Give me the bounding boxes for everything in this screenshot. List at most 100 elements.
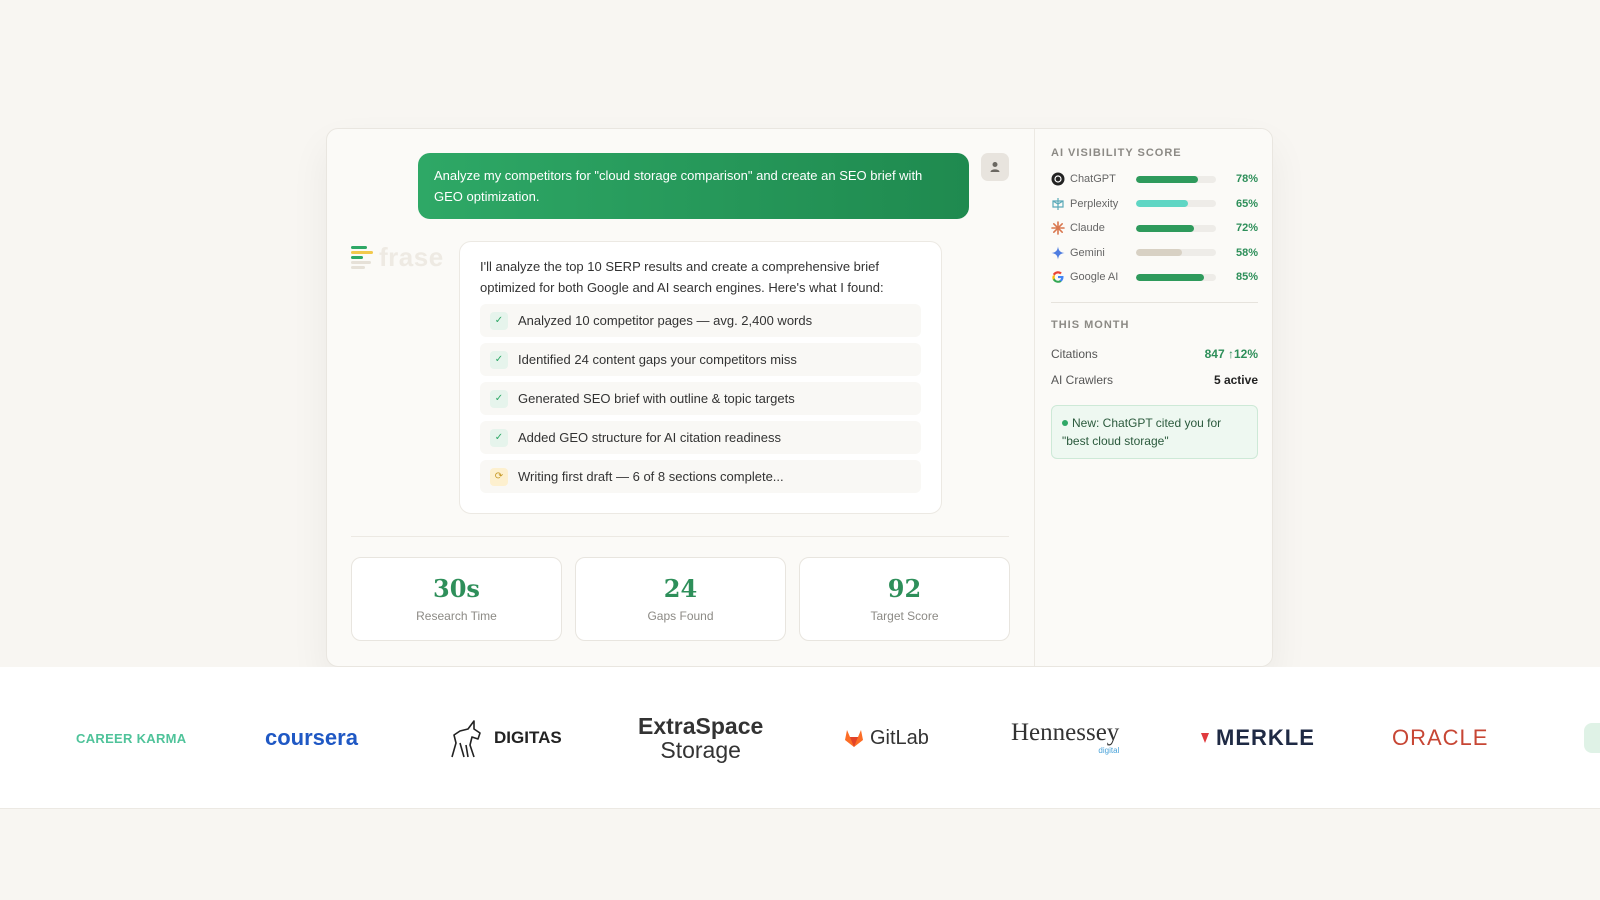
logo-text: coursera	[265, 725, 358, 750]
logo-text: ORACLE	[1392, 725, 1489, 750]
loading-icon: ⟳	[490, 467, 508, 486]
task-text: Identified 24 content gaps your competit…	[518, 352, 797, 367]
engine-percent: 58%	[1235, 246, 1258, 259]
task-item: ✓ Added GEO structure for AI citation re…	[480, 421, 921, 454]
engine-name: Claude	[1070, 222, 1105, 235]
check-icon: ✓	[490, 350, 508, 369]
logo-text: GitLab	[870, 726, 929, 749]
citations-value: 847 ↑12%	[1204, 346, 1258, 361]
crawlers-label: AI Crawlers	[1051, 372, 1114, 387]
merkle-mark-icon	[1201, 733, 1209, 743]
visibility-title: AI VISIBILITY SCORE	[1051, 147, 1182, 159]
engine-row-google-ai: Google AI 85%	[1051, 265, 1258, 290]
engine-name: Gemini	[1070, 246, 1105, 259]
task-item: ✓ Identified 24 content gaps your compet…	[480, 343, 921, 376]
stat-research-time: 30s Research Time	[351, 557, 562, 641]
customer-logo-strip: CAREER KARMA coursera DIGITAS ExtraSpace…	[0, 667, 1600, 809]
engine-bar-fill	[1136, 200, 1188, 208]
stat-label: Gaps Found	[647, 609, 714, 623]
check-icon: ✓	[490, 428, 508, 447]
engine-bar	[1136, 249, 1216, 257]
oracle-logo: ORACLE	[1392, 667, 1488, 809]
stat-gaps-found: 24 Gaps Found	[575, 557, 786, 641]
engine-percent: 85%	[1235, 271, 1258, 284]
demo-card: Analyze my competitors for "cloud storag…	[326, 128, 1273, 667]
user-message-bubble: Analyze my competitors for "cloud storag…	[418, 153, 969, 219]
frase-logo-icon	[351, 245, 373, 269]
user-message-text: Analyze my competitors for "cloud storag…	[434, 168, 923, 204]
partial-logo	[1584, 667, 1600, 809]
crawlers-row: AI Crawlers 5 active	[1051, 367, 1258, 393]
task-text: Writing first draft — 6 of 8 sections co…	[518, 469, 784, 484]
gitlab-fox-icon	[845, 730, 863, 747]
logo-subtext: digital	[1098, 746, 1120, 755]
engine-bar	[1136, 200, 1216, 208]
notice-text: New: ChatGPT cited you for "best cloud s…	[1062, 415, 1222, 448]
google-icon	[1051, 270, 1065, 284]
engine-percent: 65%	[1235, 197, 1258, 210]
partial-logo-mark-icon	[1584, 723, 1600, 753]
gemini-icon	[1051, 246, 1065, 260]
logo-text: Hennessey	[1011, 719, 1120, 746]
citations-row: Citations 847 ↑12%	[1051, 341, 1258, 367]
task-text: Generated SEO brief with outline & topic…	[518, 391, 795, 406]
engine-row-claude: Claude 72%	[1051, 216, 1258, 241]
frase-logo-text: frase	[379, 241, 444, 272]
stat-value: 24	[663, 574, 698, 603]
citation-notice: New: ChatGPT cited you for "best cloud s…	[1051, 404, 1258, 459]
extra-space-storage-logo: ExtraSpace Storage	[638, 667, 763, 809]
stat-value: 92	[887, 574, 922, 603]
frase-logo: frase	[351, 242, 451, 272]
hennessey-digital-logo: Hennessey digital	[1011, 667, 1119, 809]
engine-bar-fill	[1136, 224, 1194, 232]
claude-icon	[1051, 221, 1065, 236]
task-text: Analyzed 10 competitor pages — avg. 2,40…	[518, 313, 813, 328]
digitas-logo: DIGITAS	[446, 667, 562, 809]
engine-name: Google AI	[1070, 271, 1119, 284]
visibility-sidebar: AI VISIBILITY SCORE ChatGPT 78% Perplexi…	[1034, 129, 1272, 666]
divider	[1051, 301, 1258, 303]
engine-percent: 78%	[1235, 173, 1258, 186]
engine-row-chatgpt: ChatGPT 78%	[1051, 167, 1258, 192]
engine-percent: 72%	[1235, 222, 1258, 235]
engine-bar	[1136, 273, 1216, 281]
month-title: THIS MONTH	[1051, 318, 1130, 331]
career-karma-logo: CAREER KARMA	[76, 667, 187, 809]
engine-bar-fill	[1136, 273, 1204, 281]
unicorn-icon	[451, 720, 481, 758]
engine-row-perplexity: Perplexity 65%	[1051, 192, 1258, 217]
task-item: ✓ Analyzed 10 competitor pages — avg. 2,…	[480, 304, 921, 337]
stat-label: Target Score	[870, 609, 939, 623]
task-item: ⟳ Writing first draft — 6 of 8 sections …	[480, 460, 921, 493]
stat-target-score: 92 Target Score	[799, 557, 1010, 641]
engine-row-gemini: Gemini 58%	[1051, 241, 1258, 266]
status-dot-icon	[1062, 420, 1068, 427]
assistant-intro-text: I'll analyze the top 10 SERP results and…	[480, 259, 884, 295]
user-icon	[990, 162, 1000, 172]
logo-text: MERKLE	[1216, 725, 1315, 750]
engine-bar-fill	[1136, 175, 1199, 183]
chatgpt-icon	[1051, 172, 1065, 186]
engine-bar-fill	[1136, 249, 1183, 257]
assistant-message-bubble: I'll analyze the top 10 SERP results and…	[459, 241, 942, 514]
task-item: ✓ Generated SEO brief with outline & top…	[480, 382, 921, 415]
perplexity-icon	[1051, 197, 1065, 211]
divider	[351, 536, 1009, 537]
logo-subtext: Storage	[660, 737, 741, 763]
check-icon: ✓	[490, 389, 508, 408]
user-avatar	[981, 153, 1009, 181]
merkle-logo: MERKLE	[1200, 667, 1315, 809]
citations-label: Citations	[1051, 346, 1098, 361]
engine-bar	[1136, 224, 1216, 232]
coursera-logo: coursera	[265, 667, 358, 809]
engine-name: ChatGPT	[1070, 173, 1116, 186]
logo-text: CAREER KARMA	[76, 730, 187, 746]
chat-panel: Analyze my competitors for "cloud storag…	[327, 129, 1034, 666]
engine-name: Perplexity	[1070, 197, 1119, 210]
crawlers-value: 5 active	[1213, 372, 1258, 387]
gitlab-logo: GitLab	[844, 667, 929, 809]
logo-text: ExtraSpace	[638, 713, 764, 739]
stat-label: Research Time	[416, 609, 497, 623]
task-text: Added GEO structure for AI citation read…	[518, 430, 782, 445]
stat-value: 30s	[433, 574, 480, 603]
